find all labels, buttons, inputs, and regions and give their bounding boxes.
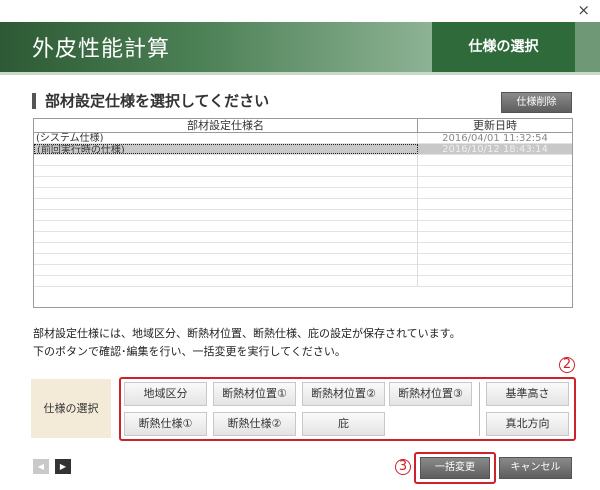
delete-spec-button[interactable]: 仕様削除 xyxy=(501,92,572,113)
annotation-number-2: 2 xyxy=(559,357,575,373)
empty-row xyxy=(34,199,572,210)
empty-row xyxy=(34,221,572,232)
empty-row xyxy=(34,276,572,287)
header-banner: 外皮性能計算 仕様の選択 xyxy=(0,22,600,72)
table-row-selected[interactable]: (前回実行時の仕様) 2016/10/12 18:43:14 xyxy=(34,144,572,155)
empty-row xyxy=(34,243,572,254)
triangle-right-icon[interactable]: ▶ xyxy=(55,459,71,474)
row-updated: 2016/10/12 18:43:14 xyxy=(442,144,548,154)
row-name: (前回実行時の仕様) xyxy=(34,144,418,154)
spec-selection-label: 仕様の選択 xyxy=(31,379,111,438)
app-title: 外皮性能計算 xyxy=(32,37,171,62)
empty-row xyxy=(34,232,572,243)
section-marker xyxy=(32,93,36,109)
spec-grid: 部材設定仕様名 更新日時 (システム仕様) 2016/04/01 11:32:5… xyxy=(33,118,573,308)
table-row[interactable]: (システム仕様) 2016/04/01 11:32:54 xyxy=(34,133,572,144)
header-tail xyxy=(575,22,600,72)
empty-row xyxy=(34,177,572,188)
annotation-number-3: 3 xyxy=(395,459,411,475)
empty-row xyxy=(34,188,572,199)
column-header-updated[interactable]: 更新日時 xyxy=(418,119,572,132)
empty-row xyxy=(34,210,572,221)
description: 部材設定仕様には、地域区分、断熱材位置、断熱仕様、庇の設定が保存されています。 … xyxy=(33,325,461,361)
empty-row xyxy=(34,155,572,166)
empty-row xyxy=(34,265,572,276)
description-line-2: 下のボタンで確認･編集を行い、一括変更を実行してください。 xyxy=(33,345,346,358)
column-header-name[interactable]: 部材設定仕様名 xyxy=(34,119,418,132)
triangle-left-icon[interactable]: ◀ xyxy=(33,459,49,474)
annotation-box-2 xyxy=(119,377,576,441)
section-title: 部材設定仕様を選択してください xyxy=(45,92,270,110)
tab-spec-selection[interactable]: 仕様の選択 xyxy=(432,22,575,72)
grid-header: 部材設定仕様名 更新日時 xyxy=(34,119,572,133)
row-name: (システム仕様) xyxy=(34,133,418,143)
header-divider xyxy=(0,72,600,75)
description-line-1: 部材設定仕様には、地域区分、断熱材位置、断熱仕様、庇の設定が保存されています。 xyxy=(33,327,461,340)
close-icon[interactable]: × xyxy=(577,3,590,18)
empty-row xyxy=(34,254,572,265)
row-updated: 2016/04/01 11:32:54 xyxy=(442,133,548,143)
bulk-change-button[interactable]: 一括変更 xyxy=(420,457,490,479)
empty-row xyxy=(34,166,572,177)
cancel-button[interactable]: キャンセル xyxy=(499,457,572,479)
